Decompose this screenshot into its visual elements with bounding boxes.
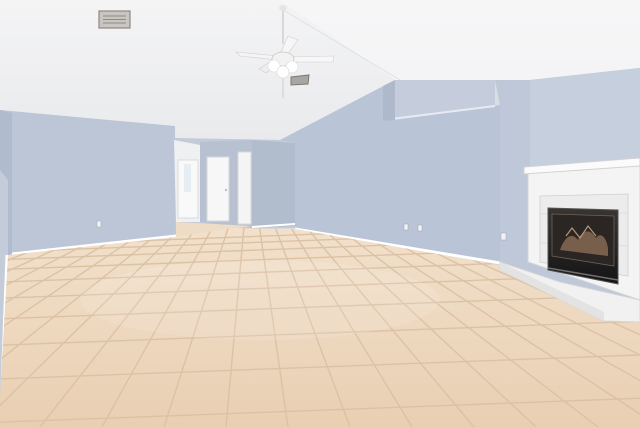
hallway xyxy=(174,138,296,238)
hallway-door-2 xyxy=(237,151,252,225)
ac-vent-left xyxy=(98,10,131,29)
living-room-scene xyxy=(0,0,640,427)
ac-vent-center xyxy=(290,74,310,86)
